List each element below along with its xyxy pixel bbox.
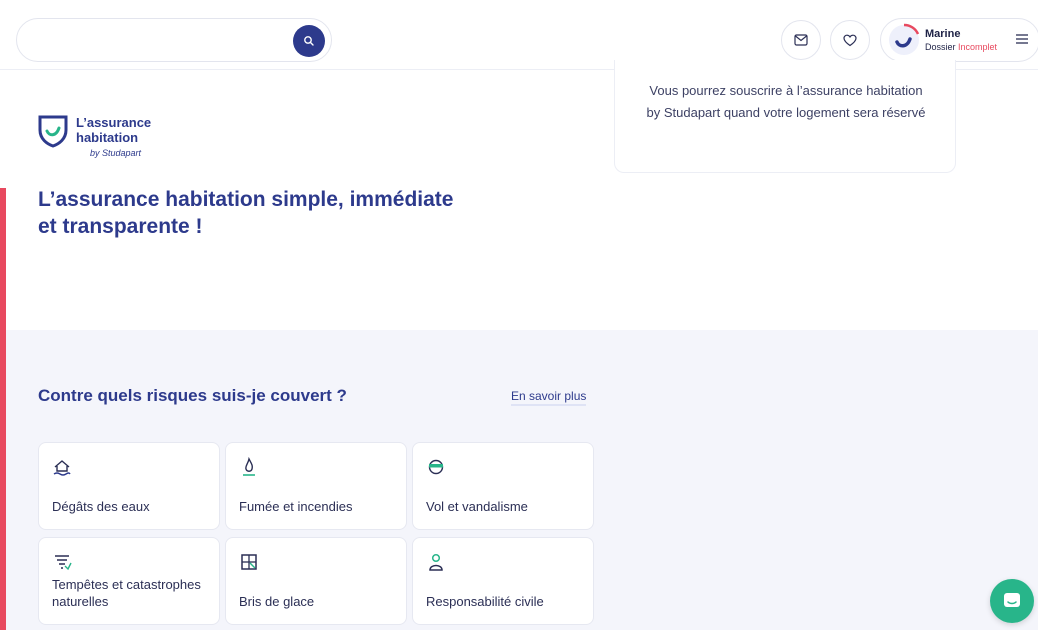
risk-label: Bris de glace [239, 594, 315, 609]
search-input[interactable] [16, 18, 332, 62]
info-card: Vous pourrez souscrire à l’assurance hab… [614, 60, 956, 173]
risk-label: Responsabilité civile [426, 594, 544, 609]
risk-label: Fumée et incendies [239, 499, 353, 514]
risk-label: Tempêtes et catastrophes naturelles [52, 577, 201, 609]
risk-card-theft[interactable]: Vol et vandalisme [412, 442, 594, 530]
fire-icon [243, 457, 255, 476]
logo-subtitle: by Studapart [90, 148, 142, 158]
civil-liability-icon [429, 553, 443, 571]
user-name: Marine [925, 28, 961, 40]
risks-title: Contre quels risques suis-je couvert ? [38, 386, 347, 405]
learn-more-link[interactable]: En savoir plus [511, 389, 587, 406]
risk-card-civil-liability[interactable]: Responsabilité civile [412, 537, 594, 625]
search-button[interactable] [293, 25, 325, 57]
risk-card-broken-glass[interactable]: Bris de glace [225, 537, 407, 625]
risk-card-fire[interactable]: Fumée et incendies [225, 442, 407, 530]
chat-icon [1004, 593, 1020, 607]
messages-button[interactable] [781, 20, 821, 60]
risk-label: Dégâts des eaux [52, 499, 150, 514]
favorites-button[interactable] [830, 20, 870, 60]
risk-label: Vol et vandalisme [426, 499, 528, 514]
risk-card-storm[interactable]: Tempêtes et catastrophes naturelles [38, 537, 220, 625]
mail-icon [794, 34, 808, 46]
accent-bar [0, 188, 6, 630]
shield-icon [38, 115, 68, 148]
search-icon [304, 36, 314, 46]
storm-icon [55, 555, 72, 571]
logo-title: L’assurance habitation [76, 115, 152, 145]
user-profile-button[interactable]: Marine Dossier Incomplet [880, 18, 1038, 62]
dossier-status: Dossier Incomplet [925, 42, 997, 52]
broken-glass-icon [241, 554, 257, 570]
risk-card-water-damage[interactable]: Dégâts des eaux [38, 442, 220, 530]
info-message: Vous pourrez souscrire à l’assurance hab… [646, 83, 926, 120]
water-damage-icon [53, 460, 71, 476]
heart-icon [843, 34, 857, 46]
avatar [889, 23, 920, 55]
hamburger-menu-icon[interactable] [1015, 32, 1029, 46]
chat-button[interactable] [990, 579, 1034, 623]
dossier-status-value: Incomplet [958, 42, 998, 52]
theft-icon [428, 459, 444, 475]
dossier-status-label: Dossier [925, 42, 956, 52]
page-title: L’assurance habitation simple, immédiate… [38, 188, 454, 238]
